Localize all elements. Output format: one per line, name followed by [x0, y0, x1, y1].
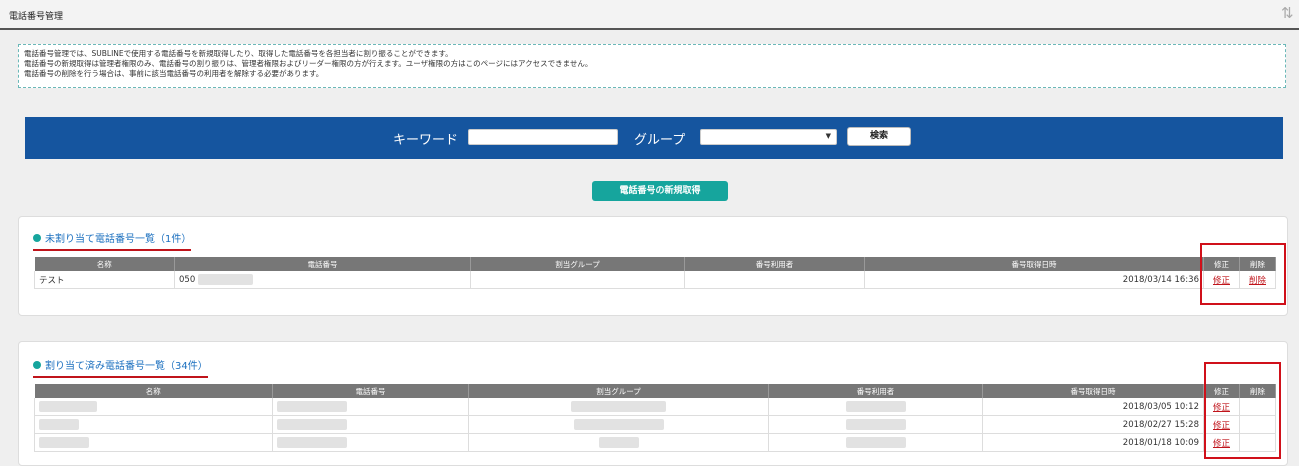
unassigned-panel: 未割り当て電話番号一覧（1件） 名称 電話番号 割当グループ 番号利用者 番号取… [18, 216, 1288, 316]
table-header: 名称 電話番号 割当グループ 番号利用者 番号取得日時 修正 削除 [34, 384, 1276, 398]
col-name: 名称 [34, 384, 273, 398]
location-pin-icon [33, 361, 41, 369]
search-button[interactable]: 検索 [847, 127, 911, 146]
dropdown-arrow-icon: ▼ [825, 132, 831, 140]
table-row: 2018/03/05 10:12 修正 [34, 398, 1276, 416]
col-date: 番号取得日時 [982, 384, 1204, 398]
col-user: 番号利用者 [684, 257, 865, 271]
info-line: 電話番号管理では、SUBLINEで使用する電話番号を新規取得したり、取得した電話… [24, 49, 453, 58]
col-group: 割当グループ [468, 384, 769, 398]
page-header: 電話番号管理 ⇅ [0, 0, 1299, 30]
col-phone: 電話番号 [174, 257, 471, 271]
unassigned-title: 未割り当て電話番号一覧（1件） [33, 230, 192, 251]
group-select[interactable]: ▼ [700, 129, 837, 145]
location-pin-icon [33, 234, 41, 242]
assigned-title: 割り当て済み電話番号一覧（34件） [33, 357, 208, 378]
cell-phone [272, 415, 469, 434]
cell-phone: 050 [174, 271, 471, 289]
assigned-table: 名称 電話番号 割当グループ 番号利用者 番号取得日時 修正 削除 2018/0… [34, 384, 1276, 452]
cell-date: 2018/03/14 16:36 [864, 271, 1204, 289]
cell-phone [272, 433, 469, 452]
col-date: 番号取得日時 [864, 257, 1204, 271]
cell-user [768, 433, 983, 452]
cell-phone [272, 398, 469, 416]
cell-group [468, 433, 769, 452]
page-title: 電話番号管理 [9, 12, 64, 22]
cell-user [768, 415, 983, 434]
table-row: 2018/02/27 15:28 修正 [34, 415, 1276, 434]
cell-user [684, 271, 865, 289]
search-bar: キーワード グループ ▼ 検索 [25, 117, 1283, 159]
keyword-input[interactable] [468, 129, 618, 145]
info-line: 電話番号の削除を行う場合は、事前に該当電話番号の利用者を解除する必要があります。 [24, 69, 324, 78]
cell-name [34, 433, 273, 452]
col-name: 名称 [34, 257, 175, 271]
cell-date: 2018/03/05 10:12 [982, 398, 1204, 416]
group-label: グループ [634, 133, 686, 148]
keyword-label: キーワード [393, 133, 459, 148]
cell-name [34, 398, 273, 416]
annotation-box [1200, 243, 1286, 305]
col-phone: 電話番号 [272, 384, 469, 398]
reload-icon[interactable]: ⇅ [1281, 4, 1295, 22]
assigned-panel: 割り当て済み電話番号一覧（34件） 名称 電話番号 割当グループ 番号利用者 番… [18, 341, 1288, 466]
cell-date: 2018/01/18 10:09 [982, 433, 1204, 452]
unassigned-table: 名称 電話番号 割当グループ 番号利用者 番号取得日時 修正 削除 テスト 05… [34, 257, 1276, 289]
cell-group [470, 271, 685, 289]
table-row: テスト 050 2018/03/14 16:36 修正 削除 [34, 271, 1276, 289]
info-box: 電話番号管理では、SUBLINEで使用する電話番号を新規取得したり、取得した電話… [18, 44, 1286, 88]
annotation-box [1204, 362, 1281, 459]
new-number-button[interactable]: 電話番号の新規取得 [592, 181, 728, 201]
col-group: 割当グループ [470, 257, 685, 271]
table-row: 2018/01/18 10:09 修正 [34, 433, 1276, 452]
cell-user [768, 398, 983, 416]
cell-date: 2018/02/27 15:28 [982, 415, 1204, 434]
cell-group [468, 398, 769, 416]
table-header: 名称 電話番号 割当グループ 番号利用者 番号取得日時 修正 削除 [34, 257, 1276, 271]
cell-name [34, 415, 273, 434]
cell-name: テスト [34, 271, 175, 289]
col-user: 番号利用者 [768, 384, 983, 398]
info-line: 電話番号の新規取得は管理者権限のみ、電話番号の割り振りは、管理者権限およびリーダ… [24, 59, 593, 68]
cell-group [468, 415, 769, 434]
